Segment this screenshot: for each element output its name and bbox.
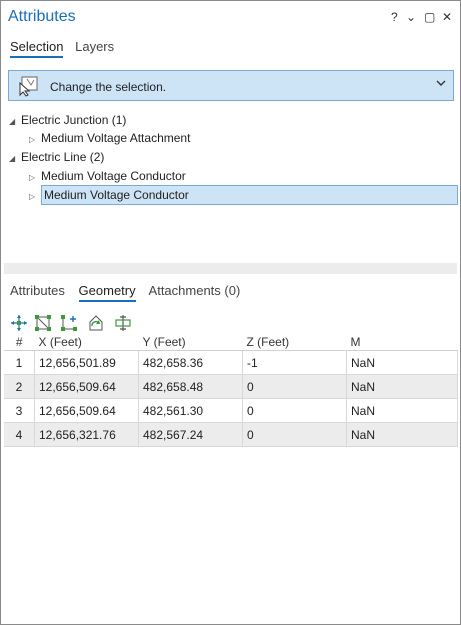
tab-attachments[interactable]: Attachments (0): [149, 283, 241, 298]
tree-item[interactable]: ▷ Medium Voltage Conductor: [29, 167, 186, 185]
detail-tabs: Attributes Geometry Attachments (0): [10, 283, 250, 302]
m-cell[interactable]: NaN: [346, 350, 458, 375]
x-cell[interactable]: 12,656,501.89: [34, 350, 139, 375]
m-cell[interactable]: NaN: [346, 422, 458, 447]
tree-item[interactable]: ▷ Medium Voltage Attachment: [29, 129, 190, 147]
z-cell[interactable]: -1: [242, 350, 347, 375]
collapsed-caret-icon[interactable]: ▷: [29, 188, 41, 206]
splitter[interactable]: [4, 263, 457, 274]
row-number: 2: [4, 374, 35, 399]
column-header[interactable]: M: [346, 334, 458, 351]
table-row[interactable]: 4 12,656,321.76 482,567.24 0 NaN: [4, 422, 458, 447]
table-row[interactable]: 3 12,656,509.64 482,561.30 0 NaN: [4, 398, 458, 423]
column-header[interactable]: Z (Feet): [242, 334, 347, 351]
top-tabs: Selection Layers: [10, 39, 122, 58]
split-icon[interactable]: [114, 314, 132, 332]
expanded-caret-icon[interactable]: ◢: [9, 113, 21, 131]
z-cell[interactable]: 0: [242, 422, 347, 447]
row-number: 4: [4, 422, 35, 447]
tab-attributes[interactable]: Attributes: [10, 283, 65, 298]
close-button[interactable]: ✕: [442, 10, 452, 24]
change-selection-icon: [17, 75, 43, 97]
y-cell[interactable]: 482,567.24: [138, 422, 243, 447]
x-cell[interactable]: 12,656,509.64: [34, 374, 139, 399]
z-cell[interactable]: 0: [242, 398, 347, 423]
change-selection-dropdown[interactable]: Change the selection.: [8, 70, 454, 101]
tree-group-electric-junction[interactable]: ◢ Electric Junction (1): [9, 111, 126, 129]
dropdown-chevron-icon[interactable]: [435, 77, 447, 92]
attributes-pane: Attributes ? ⌄ ▢ ✕ Selection Layers Chan…: [0, 0, 461, 625]
selection-label: Change the selection.: [50, 80, 167, 94]
tab-selection[interactable]: Selection: [10, 39, 64, 58]
column-header[interactable]: #: [4, 334, 35, 351]
table-header-row: # X (Feet) Y (Feet) Z (Feet) M: [4, 334, 458, 351]
row-number: 3: [4, 398, 35, 423]
z-cell[interactable]: 0: [242, 374, 347, 399]
pane-title: Attributes: [8, 8, 76, 25]
edit-vertices-icon[interactable]: [34, 314, 52, 332]
flip-icon[interactable]: [87, 314, 105, 332]
chevron-down-icon[interactable]: ⌄: [406, 10, 416, 24]
table-row[interactable]: 2 12,656,509.64 482,658.48 0 NaN: [4, 374, 458, 399]
y-cell[interactable]: 482,658.36: [138, 350, 243, 375]
m-cell[interactable]: NaN: [346, 398, 458, 423]
tree-group-electric-line[interactable]: ◢ Electric Line (2): [9, 148, 104, 166]
table-row[interactable]: 1 12,656,501.89 482,658.36 -1 NaN: [4, 350, 458, 375]
m-cell[interactable]: NaN: [346, 374, 458, 399]
column-header[interactable]: X (Feet): [34, 334, 139, 351]
y-cell[interactable]: 482,658.48: [138, 374, 243, 399]
column-header[interactable]: Y (Feet): [138, 334, 243, 351]
tab-geometry[interactable]: Geometry: [78, 283, 136, 302]
y-cell[interactable]: 482,561.30: [138, 398, 243, 423]
x-cell[interactable]: 12,656,321.76: [34, 422, 139, 447]
geometry-table: # X (Feet) Y (Feet) Z (Feet) M 1 12,656,…: [4, 334, 458, 447]
add-vertex-icon[interactable]: [60, 314, 78, 332]
tab-layers[interactable]: Layers: [75, 39, 114, 54]
move-vertex-icon[interactable]: [10, 314, 28, 332]
x-cell[interactable]: 12,656,509.64: [34, 398, 139, 423]
help-button[interactable]: ?: [391, 10, 398, 24]
expanded-caret-icon[interactable]: ◢: [9, 150, 21, 168]
restore-button[interactable]: ▢: [424, 10, 435, 24]
tree-item-selected[interactable]: ▷ Medium Voltage Conductor: [29, 185, 458, 206]
row-number: 1: [4, 350, 35, 375]
collapsed-caret-icon[interactable]: ▷: [29, 131, 41, 149]
